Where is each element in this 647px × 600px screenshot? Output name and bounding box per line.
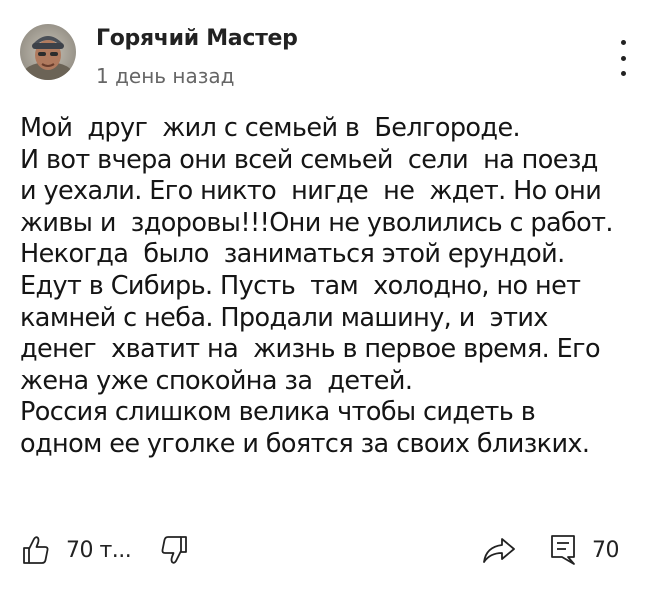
reply-button[interactable]: 70	[550, 525, 620, 575]
like-count: 70 т...	[66, 537, 132, 563]
thumbs-down-icon	[161, 536, 187, 564]
comment-text: Мой друг жил с семьей в Белгороде. И вот…	[20, 113, 614, 459]
more-vertical-icon[interactable]	[610, 40, 636, 76]
comment-timestamp: 1 день назад	[96, 64, 235, 88]
author-name[interactable]: Горячий Мастер	[96, 26, 298, 51]
share-button[interactable]	[482, 525, 516, 575]
avatar[interactable]	[20, 24, 76, 80]
reply-count: 70	[592, 537, 620, 563]
like-button[interactable]: 70 т...	[22, 525, 132, 575]
thumbs-up-icon	[23, 536, 49, 564]
share-icon	[483, 538, 515, 563]
dislike-button[interactable]	[160, 525, 188, 575]
comment-actions: 70 т... 70	[0, 525, 647, 580]
comment-icon	[551, 535, 575, 565]
comment-header: Горячий Мастер 1 день назад	[0, 0, 647, 100]
